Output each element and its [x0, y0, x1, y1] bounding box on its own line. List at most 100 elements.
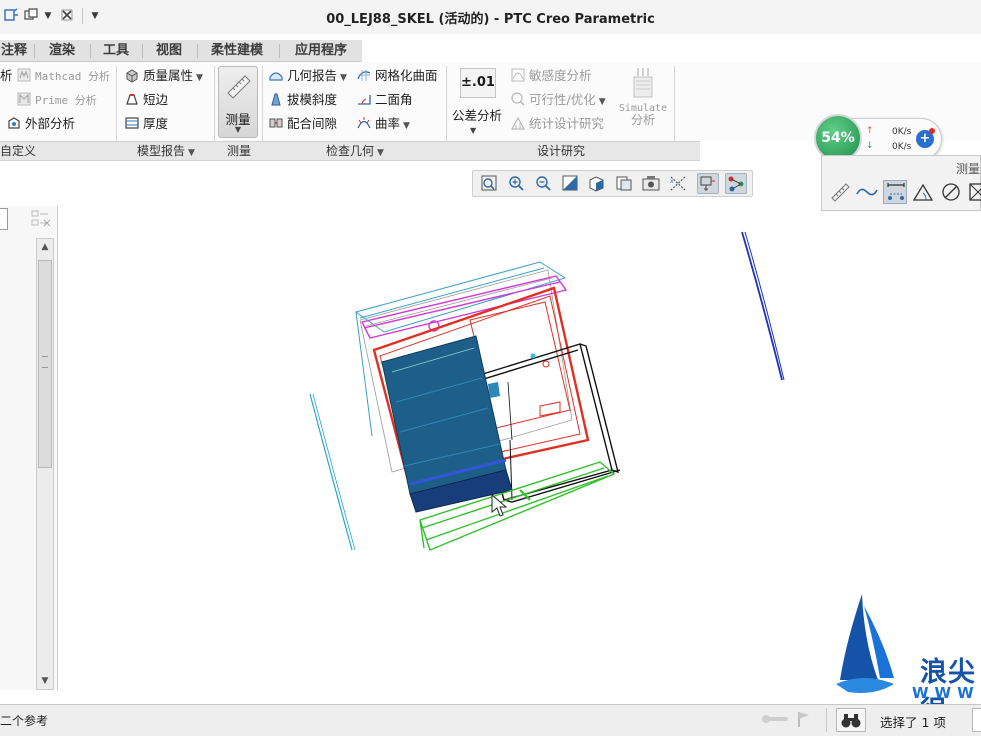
measure-diameter-icon[interactable] — [939, 180, 963, 204]
mass-properties-button[interactable]: 质量属性 ▼ — [124, 66, 203, 86]
watermark-www: WWW — [912, 684, 980, 702]
toolbar-divider — [82, 8, 83, 24]
datum-point[interactable] — [542, 360, 550, 368]
back-frame[interactable] — [354, 261, 567, 437]
prime-icon — [16, 91, 32, 107]
group-design-study[interactable]: 设计研究 — [448, 143, 674, 159]
mesh-surface-icon — [356, 67, 372, 83]
prime-analysis-button[interactable]: Prime 分析 — [16, 90, 97, 110]
tab-applications[interactable]: 应用程序 — [284, 41, 358, 61]
display-style-icon[interactable] — [586, 173, 608, 194]
selection-count: 选择了 1 项 — [880, 715, 946, 730]
measure-length-icon[interactable] — [855, 180, 879, 204]
group-model-report[interactable]: 模型报告 ▼ — [118, 143, 214, 159]
simulate-analysis-button[interactable]: Simulate 分析 — [618, 66, 668, 138]
solid-body[interactable] — [381, 335, 513, 513]
thickness-button[interactable]: 厚度 — [124, 114, 168, 134]
magenta-frame[interactable] — [360, 275, 568, 339]
clearance-label: 配合间隙 — [287, 116, 338, 131]
tab-divider — [279, 44, 280, 58]
cyan-datum-curve[interactable] — [309, 393, 353, 551]
short-edge-label: 短边 — [143, 92, 169, 107]
regeneration-status-icon[interactable] — [760, 712, 788, 726]
external-analysis-icon — [6, 115, 22, 131]
repaint-icon[interactable] — [559, 173, 581, 194]
download-arrow-icon: ↓ — [866, 141, 874, 151]
flag-icon[interactable] — [796, 710, 812, 728]
tolerance-analysis-button[interactable]: 公差分析 — [452, 106, 502, 126]
short-edge-button[interactable]: 短边 — [124, 90, 168, 110]
group-measure[interactable]: 测量 — [216, 143, 262, 159]
custom-analysis-button[interactable]: 析 — [0, 66, 13, 86]
mouse-cursor — [491, 493, 508, 517]
blue-datum-curve[interactable] — [741, 231, 783, 381]
green-frame[interactable] — [419, 461, 616, 551]
customize-quick-access-icon[interactable]: ▼ — [86, 7, 104, 25]
datum-point[interactable] — [530, 353, 536, 359]
watermark-logo-icon — [836, 594, 894, 693]
chevron-down-icon: ▼ — [234, 125, 242, 134]
geometry-report-button[interactable]: 几何报告 ▼ — [268, 66, 347, 86]
tree-settings-button[interactable] — [0, 208, 8, 230]
chevron-down-icon[interactable]: ▼ — [39, 7, 57, 25]
windows-icon[interactable] — [22, 7, 40, 25]
close-window-icon[interactable] — [58, 7, 76, 25]
upload-arrow-icon: ↑ — [866, 126, 874, 136]
group-model-report-label: 模型报告 — [137, 144, 186, 158]
statistical-design-study-button[interactable]: 统计设计研究 — [510, 114, 604, 134]
upload-speed: 0K/s — [892, 127, 912, 137]
view-manager-icon[interactable] — [640, 173, 662, 194]
tab-tools[interactable]: 工具 — [96, 41, 136, 61]
feasibility-optimization-button[interactable]: 可行性/优化 ▼ — [510, 90, 606, 110]
group-custom[interactable]: 自定义 — [0, 143, 40, 159]
feasibility-optimization-label: 可行性/优化 — [529, 92, 596, 107]
chevron-down-icon: ▼ — [340, 73, 347, 83]
group-inspect-geometry[interactable]: 检查几何 ▼ — [264, 143, 446, 159]
chevron-down-icon: ▼ — [470, 126, 477, 135]
zoom-in-icon[interactable] — [505, 173, 527, 194]
measure-button[interactable]: 测量 ▼ — [218, 66, 258, 138]
statistical-design-icon — [510, 115, 526, 131]
housing-outline[interactable] — [359, 269, 573, 473]
tab-view[interactable]: 视图 — [148, 41, 190, 61]
draft-button[interactable]: 拔模斜度 — [268, 90, 337, 110]
mesh-surface-button[interactable]: 网格化曲面 — [356, 66, 438, 86]
mesh-surface-label: 网格化曲面 — [375, 68, 438, 83]
scroll-down-icon[interactable]: ▼ — [38, 676, 52, 686]
mathcad-analysis-label: Mathcad 分析 — [35, 70, 110, 83]
tab-annotate[interactable]: 注释 — [0, 41, 28, 61]
refit-icon[interactable] — [478, 173, 500, 194]
curvature-button[interactable]: 曲率 ▼ — [356, 114, 410, 134]
spin-center-icon[interactable] — [725, 173, 747, 194]
cyan-datum-curve[interactable] — [312, 393, 356, 551]
blue-datum-curve[interactable] — [744, 231, 785, 381]
tolerance-analysis-icon[interactable]: ±.01 — [460, 68, 496, 98]
measure-distance-icon[interactable] — [883, 180, 907, 204]
tab-divider — [197, 44, 198, 58]
clearance-button[interactable]: 配合间隙 — [268, 114, 337, 134]
scroll-up-icon[interactable]: ▲ — [38, 242, 52, 252]
notification-dot — [929, 128, 935, 134]
tab-render[interactable]: 渲染 — [40, 41, 84, 61]
dihedral-angle-label: 二面角 — [375, 92, 413, 107]
measure-angle-icon[interactable] — [911, 180, 935, 204]
dihedral-angle-button[interactable]: 二面角 — [356, 90, 413, 110]
black-frame[interactable] — [469, 343, 621, 503]
tree-filters-icon[interactable] — [30, 208, 54, 230]
tab-flexible-modeling[interactable]: 柔性建模 — [202, 41, 272, 61]
clearance-icon — [268, 115, 284, 131]
red-frame[interactable] — [372, 286, 590, 482]
selection-filter-dropdown[interactable] — [972, 708, 981, 732]
sensitivity-analysis-button[interactable]: 敏感度分析 — [510, 66, 592, 86]
zoom-out-icon[interactable] — [532, 173, 554, 194]
saved-views-icon[interactable] — [613, 173, 635, 194]
status-divider — [826, 708, 827, 732]
perspective-view-icon[interactable]: x — [667, 173, 689, 194]
mathcad-analysis-button[interactable]: Mathcad 分析 — [16, 66, 110, 86]
regenerate-icon[interactable] — [2, 7, 20, 25]
smart-select-filter-button[interactable] — [836, 708, 866, 732]
datum-display-icon[interactable] — [697, 173, 719, 194]
measure-area-icon[interactable] — [967, 180, 981, 204]
external-analysis-button[interactable]: 外部分析 — [6, 114, 75, 134]
measure-summary-icon[interactable] — [828, 180, 852, 204]
